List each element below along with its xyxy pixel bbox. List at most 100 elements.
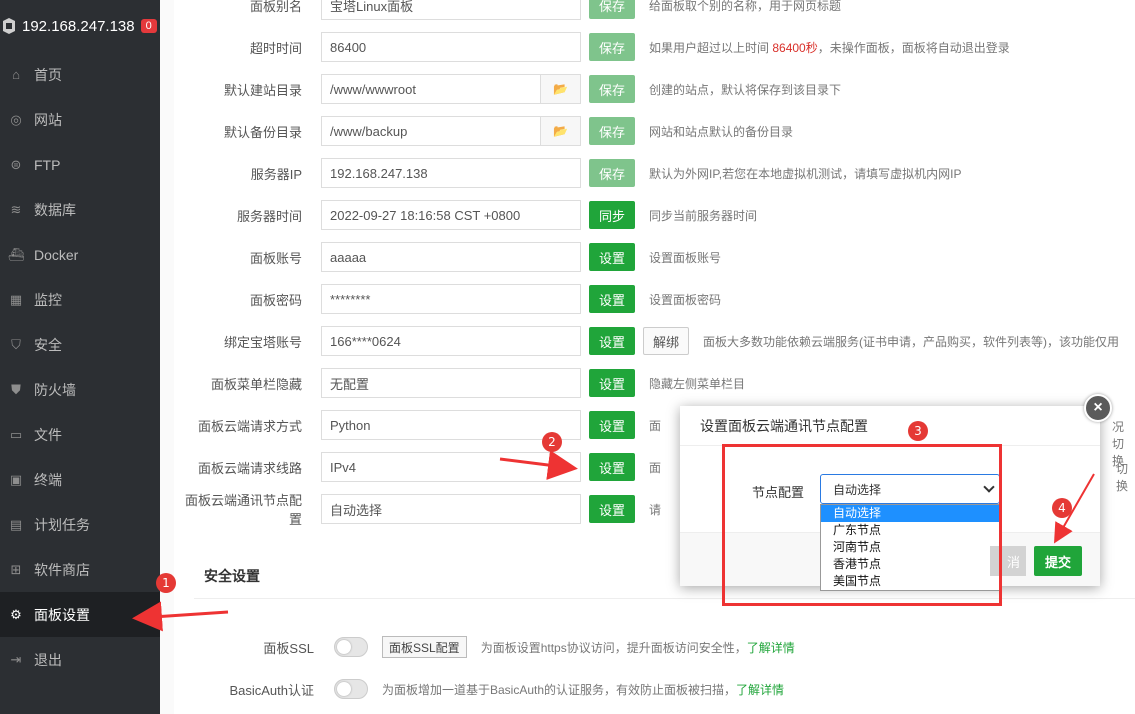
setting-hint: 面 — [649, 418, 662, 433]
store-icon: ⊞ — [10, 561, 22, 577]
setting-row-site-dir: 默认建站目录 /www/wwwroot 📂 保存 创建的站点，默认将保存到该目录… — [174, 74, 841, 104]
sidebar: 192.168.247.138 0 ⌂ 首页 ◎ 网站 ⊜ FTP ≋ 数据库 ⛴ Docker ▦… — [0, 0, 160, 714]
sidebar-item[interactable]: ⛉ 安全 — [0, 322, 160, 367]
sidebar-item[interactable]: ⊞ 软件商店 — [0, 547, 160, 592]
security-section-title: 安全设置 — [204, 568, 260, 584]
sidebar-item-label: 安全 — [34, 336, 62, 353]
sidebar-item[interactable]: ⛴ Docker — [0, 232, 160, 277]
basicauth-toggle[interactable] — [334, 679, 368, 699]
set-button[interactable]: 设置 — [589, 285, 635, 313]
sidebar-item[interactable]: ▣ 终端 — [0, 457, 160, 502]
save-button[interactable]: 保存 — [589, 159, 635, 187]
setting-hint: 创建的站点，默认将保存到该目录下 — [649, 82, 842, 97]
set-button[interactable]: 设置 — [589, 495, 635, 523]
sync-button[interactable]: 同步 — [589, 201, 635, 229]
save-button[interactable]: 保存 — [589, 75, 635, 103]
sidebar-item[interactable]: ▭ 文件 — [0, 412, 160, 457]
sidebar-item-label: 面板设置 — [34, 606, 90, 623]
menu-hide-input[interactable]: 无配置 — [321, 368, 581, 398]
sidebar-item-label: 软件商店 — [34, 561, 90, 578]
learn-more-link[interactable]: 了解详情 — [747, 641, 795, 655]
setting-label: 默认备份目录 — [223, 124, 302, 140]
annotation-badge-1: 1 — [156, 573, 176, 593]
setting-row-alias: 面板别名 宝塔Linux面板 保存 给面板取个别的名称，用于网页标题 — [174, 0, 841, 20]
server-time-input[interactable]: 2022-09-27 18:16:58 CST +0800 — [321, 200, 581, 230]
firewall-icon: ⛊ — [11, 381, 21, 397]
sidebar-item[interactable]: ◎ 网站 — [0, 97, 160, 142]
sidebar-item-label: 首页 — [34, 66, 62, 83]
bt-logo-icon — [3, 18, 15, 34]
setting-row-bt-account: 绑定宝塔账号 166****0624 设置 解绑 面板大多数功能依赖云端服务(证… — [174, 326, 1119, 356]
sidebar-item[interactable]: ⌂ 首页 — [0, 52, 160, 97]
ssl-toggle[interactable] — [334, 637, 368, 657]
sidebar-item[interactable]: ⛊ 防火墙 — [0, 367, 160, 412]
sidebar-item[interactable]: ⚙ 面板设置 — [0, 592, 160, 637]
hint-text: 如果用户超过以上时间 — [649, 40, 773, 55]
password-input[interactable]: ******** — [321, 284, 581, 314]
folder-open-icon[interactable]: 📂 — [541, 74, 581, 104]
save-button[interactable]: 保存 — [589, 33, 635, 61]
save-button[interactable]: 保存 — [589, 0, 635, 19]
account-input[interactable]: aaaaa — [321, 242, 581, 272]
server-ip-input[interactable]: 192.168.247.138 — [321, 158, 581, 188]
sidebar-item-label: Docker — [34, 246, 79, 263]
site-dir-input[interactable]: /www/wwwroot — [321, 74, 541, 104]
set-button[interactable]: 设置 — [589, 369, 635, 397]
cloud-line-input[interactable]: IPv4 — [321, 452, 581, 482]
setting-label: 服务器IP — [250, 166, 302, 182]
setting-row-backup-dir: 默认备份目录 /www/backup 📂 保存 网站和站点默认的备份目录 — [174, 116, 793, 146]
close-icon[interactable]: × — [1084, 394, 1112, 422]
setting-row-server-time: 服务器时间 2022-09-27 18:16:58 CST +0800 同步 同… — [174, 200, 757, 230]
sidebar-item[interactable]: ⊜ FTP — [0, 142, 160, 187]
set-button[interactable]: 设置 — [589, 453, 635, 481]
alert-count-badge[interactable]: 0 — [140, 19, 157, 33]
settings-content: 面板别名 宝塔Linux面板 保存 给面板取个别的名称，用于网页标题 超时时间 … — [174, 0, 1135, 714]
setting-hint: 设置面板密码 — [649, 292, 722, 307]
set-button[interactable]: 设置 — [589, 327, 635, 355]
monitor-icon: ▦ — [9, 291, 23, 307]
sidebar-item[interactable]: ⇥ 退出 — [0, 637, 160, 682]
alias-input[interactable]: 宝塔Linux面板 — [321, 0, 581, 20]
save-button[interactable]: 保存 — [589, 117, 635, 145]
unbind-button[interactable]: 解绑 — [643, 327, 689, 355]
timeout-input[interactable]: 86400 — [321, 32, 581, 62]
sidebar-item-label: FTP — [34, 156, 61, 173]
setting-row-timeout: 超时时间 86400 保存 如果用户超过以上时间 86400秒，未操作面板，面板… — [174, 32, 1010, 62]
sidebar-item-label: 计划任务 — [34, 516, 90, 533]
backup-dir-input[interactable]: /www/backup — [321, 116, 541, 146]
terminal-icon: ▣ — [9, 471, 23, 487]
ssl-config-button[interactable]: 面板SSL配置 — [382, 636, 467, 658]
sidebar-item[interactable]: ▤ 计划任务 — [0, 502, 160, 547]
learn-more-link[interactable]: 了解详情 — [736, 683, 784, 697]
set-button[interactable]: 设置 — [589, 243, 635, 271]
sidebar-item-label: 终端 — [34, 471, 62, 488]
clipped-hint: 切换 — [1116, 462, 1129, 493]
hint-highlight: 86400秒 — [772, 40, 818, 55]
setting-row-cloud-node: 面板云端通讯节点配置 自动选择 设置 请 — [174, 493, 661, 527]
sidebar-item[interactable]: ▦ 监控 — [0, 277, 160, 322]
setting-label: 面板别名 — [249, 0, 302, 14]
setting-label: 服务器时间 — [236, 208, 302, 224]
cloud-node-input[interactable]: 自动选择 — [321, 494, 581, 524]
setting-hint: 给面板取个别的名称，用于网页标题 — [649, 0, 842, 13]
annotation-badge-3: 3 — [908, 421, 928, 441]
set-button[interactable]: 设置 — [589, 411, 635, 439]
sidebar-item[interactable]: ≋ 数据库 — [0, 187, 160, 232]
sidebar-item-label: 网站 — [34, 111, 62, 128]
server-ip-label: 192.168.247.138 — [22, 17, 135, 35]
submit-button[interactable]: 提交 — [1034, 546, 1082, 576]
sidebar-item-label: 防火墙 — [34, 381, 76, 398]
hint-text: 为面板设置https协议访问，提升面板访问安全性， — [480, 640, 747, 655]
setting-row-server-ip: 服务器IP 192.168.247.138 保存 默认为外网IP,若您在本地虚拟… — [174, 158, 961, 188]
main-panel: 面板别名 宝塔Linux面板 保存 给面板取个别的名称，用于网页标题 超时时间 … — [160, 0, 1135, 714]
folder-open-icon[interactable]: 📂 — [541, 116, 581, 146]
setting-row-basicauth: BasicAuth认证 为面板增加一道基于BasicAuth的认证服务，有效防止… — [174, 674, 784, 704]
cloud-method-input[interactable]: Python — [321, 410, 581, 440]
setting-hint: 如果用户超过以上时间 86400秒，未操作面板，面板将自动退出登录 — [649, 39, 1010, 56]
setting-label: 面板账号 — [249, 250, 302, 266]
hint-text: ，未操作面板，面板将自动退出登录 — [817, 40, 1010, 55]
calendar-icon: ▤ — [9, 516, 23, 532]
logout-icon: ⇥ — [10, 651, 22, 667]
bt-account-input[interactable]: 166****0624 — [321, 326, 581, 356]
home-icon: ⌂ — [12, 67, 20, 82]
